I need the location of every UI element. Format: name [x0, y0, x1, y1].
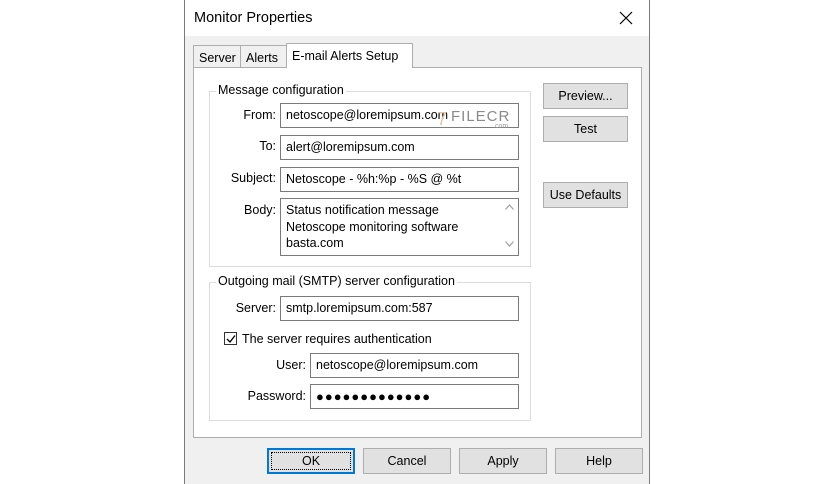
- body-line: Status notification message: [286, 203, 439, 217]
- close-button[interactable]: [603, 0, 649, 36]
- server-label: Server:: [235, 301, 276, 315]
- tab-alerts[interactable]: Alerts: [240, 45, 287, 67]
- subject-input[interactable]: Netoscope - %h:%p - %S @ %t: [280, 167, 519, 192]
- user-label: User:: [276, 358, 306, 372]
- use-defaults-button[interactable]: Use Defaults: [543, 182, 628, 208]
- auth-checkbox-label[interactable]: The server requires authentication: [242, 332, 432, 346]
- body-line: basta.com: [286, 236, 344, 250]
- checkmark-icon: [226, 335, 236, 344]
- body-scrollbar[interactable]: [501, 199, 518, 255]
- user-input[interactable]: netoscope@loremipsum.com: [310, 353, 519, 378]
- test-button[interactable]: Test: [543, 116, 628, 142]
- preview-button[interactable]: Preview...: [543, 83, 628, 109]
- from-label: From:: [243, 108, 276, 122]
- body-label: Body:: [244, 203, 276, 217]
- cancel-button[interactable]: Cancel: [363, 448, 451, 474]
- focus-rectangle: [271, 452, 351, 470]
- close-icon: [619, 11, 633, 25]
- tab-server-label: Server: [199, 51, 236, 65]
- watermark-logo: 7 FILECR .com: [437, 107, 517, 135]
- body-line: Netoscope monitoring software: [286, 220, 459, 234]
- body-textarea[interactable]: Status notification message Netoscope mo…: [280, 198, 519, 256]
- message-config-label: Message configuration: [216, 83, 346, 97]
- server-input[interactable]: smtp.loremipsum.com:587: [280, 296, 519, 321]
- tab-email-alerts-setup-label: E-mail Alerts Setup: [292, 49, 399, 63]
- help-button[interactable]: Help: [555, 448, 643, 474]
- password-input[interactable]: ●●●●●●●●●●●●●: [310, 384, 519, 409]
- password-label: Password:: [247, 389, 306, 403]
- to-label: To:: [259, 139, 276, 153]
- to-input[interactable]: alert@loremipsum.com: [280, 135, 519, 160]
- subject-label: Subject:: [230, 171, 276, 185]
- tab-alerts-label: Alerts: [246, 51, 278, 65]
- auth-checkbox[interactable]: [224, 332, 237, 345]
- tab-email-alerts-setup[interactable]: E-mail Alerts Setup: [286, 43, 413, 68]
- window-title: Monitor Properties: [194, 10, 313, 26]
- tab-server[interactable]: Server: [193, 45, 241, 67]
- monitor-properties-dialog: Monitor Properties Server Alerts E-mail …: [184, 0, 650, 484]
- ok-button[interactable]: OK: [267, 448, 355, 474]
- apply-button[interactable]: Apply: [459, 448, 547, 474]
- smtp-config-label: Outgoing mail (SMTP) server configuratio…: [216, 274, 457, 288]
- scroll-up-icon[interactable]: [505, 204, 514, 210]
- title-bar: Monitor Properties: [185, 0, 649, 36]
- scroll-down-icon[interactable]: [505, 241, 514, 247]
- watermark-mark: 7: [437, 109, 448, 129]
- watermark-sub: .com: [493, 123, 509, 130]
